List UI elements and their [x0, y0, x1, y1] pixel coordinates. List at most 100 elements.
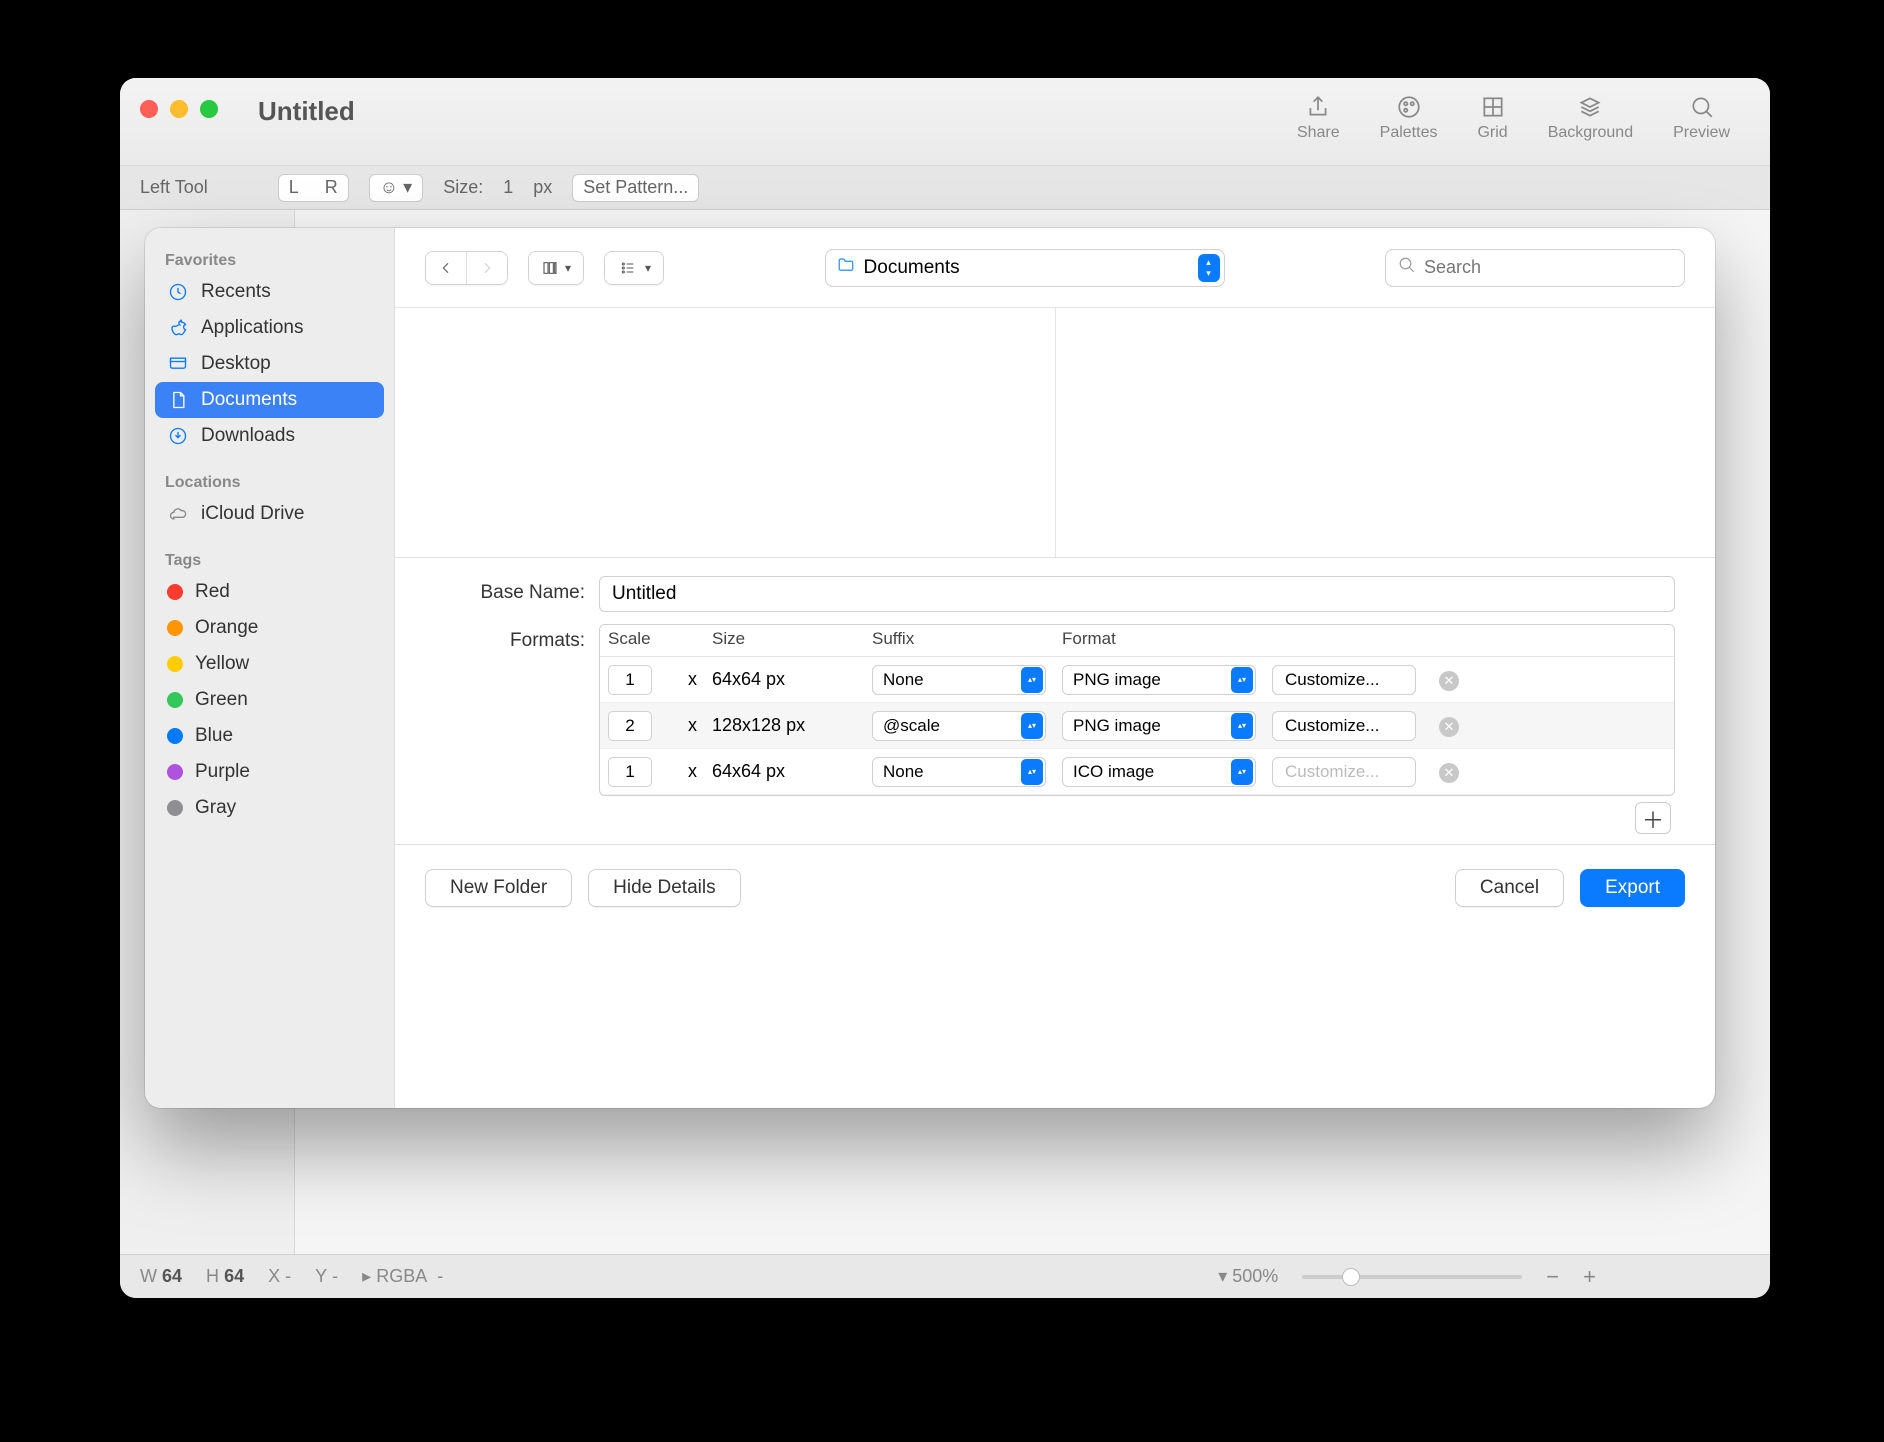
stepper-icon: ▴▾	[1231, 667, 1253, 693]
view-mode-menu[interactable]: ▾	[528, 251, 584, 285]
tag-dot-icon	[167, 800, 183, 816]
stepper-icon: ▴▾	[1231, 713, 1253, 739]
browser-toolbar: ▾ ▾ Documents ▴▾	[395, 228, 1715, 308]
tag-dot-icon	[167, 584, 183, 600]
tag-purple[interactable]: Purple	[155, 754, 384, 790]
sidebar-item-label: Recents	[201, 281, 271, 303]
browser-column-1[interactable]	[395, 308, 1056, 557]
sidebar-item-icloud-drive[interactable]: iCloud Drive	[155, 496, 384, 532]
stepper-icon: ▴▾	[1198, 254, 1220, 282]
formats-table: Scale Size Suffix Format x64x64 pxNone▴▾…	[599, 624, 1675, 796]
scale-input[interactable]	[608, 665, 652, 695]
add-format-button[interactable]: ＋	[1635, 802, 1671, 834]
format-popup[interactable]: PNG image▴▾	[1062, 711, 1256, 741]
app-icon	[167, 318, 189, 338]
download-icon	[167, 426, 189, 446]
cloud-icon	[167, 504, 189, 524]
tag-red[interactable]: Red	[155, 574, 384, 610]
format-row: x64x64 px None▴▾ ICO image▴▾ Customize... ✕	[600, 749, 1674, 795]
stepper-icon: ▴▾	[1021, 759, 1043, 785]
tag-dot-icon	[167, 620, 183, 636]
location-popup[interactable]: Documents ▴▾	[825, 249, 1225, 287]
save-sheet: Favorites Recents Applications Desktop Docu…	[145, 228, 1715, 1108]
size-value: 64x64 px	[704, 665, 864, 694]
browser-column-2[interactable]	[1056, 308, 1716, 557]
search-icon	[1398, 256, 1416, 279]
tag-orange[interactable]: Orange	[155, 610, 384, 646]
suffix-popup[interactable]: None▴▾	[872, 665, 1046, 695]
suffix-popup[interactable]: None▴▾	[872, 757, 1046, 787]
sidebar-item-applications[interactable]: Applications	[155, 310, 384, 346]
doc-icon	[167, 390, 189, 410]
sidebar-item-documents[interactable]: Documents	[155, 382, 384, 418]
stepper-icon: ▴▾	[1231, 759, 1253, 785]
sheet-footer: New Folder Hide Details Cancel Export	[395, 844, 1715, 930]
tag-label: Gray	[195, 797, 236, 819]
sidebar-item-downloads[interactable]: Downloads	[155, 418, 384, 454]
tag-blue[interactable]: Blue	[155, 718, 384, 754]
export-form: Base Name: Formats: Scale Size Suff	[395, 558, 1715, 844]
back-button[interactable]	[426, 252, 466, 284]
clock-icon	[167, 282, 189, 302]
desktop-icon	[167, 354, 189, 374]
sidebar-item-desktop[interactable]: Desktop	[155, 346, 384, 382]
suffix-popup[interactable]: @scale▴▾	[872, 711, 1046, 741]
tag-label: Red	[195, 581, 230, 603]
remove-row-button[interactable]: ✕	[1439, 763, 1459, 783]
stepper-icon: ▴▾	[1021, 713, 1043, 739]
nav-back-forward	[425, 251, 508, 285]
sidebar-head-locations: Locations	[155, 466, 384, 496]
x-separator: x	[680, 757, 704, 786]
hide-details-button[interactable]: Hide Details	[588, 869, 740, 907]
sidebar-item-label: Desktop	[201, 353, 271, 375]
remove-row-button[interactable]: ✕	[1439, 671, 1459, 691]
x-separator: x	[680, 711, 704, 740]
base-name-input[interactable]	[599, 576, 1675, 612]
tag-green[interactable]: Green	[155, 682, 384, 718]
tag-label: Yellow	[195, 653, 249, 675]
location-label: Documents	[864, 257, 960, 279]
folder-icon	[836, 256, 856, 279]
cancel-button[interactable]: Cancel	[1455, 869, 1564, 907]
search-field[interactable]	[1385, 249, 1685, 287]
tag-label: Blue	[195, 725, 233, 747]
sidebar-item-label: Applications	[201, 317, 303, 339]
size-value: 64x64 px	[704, 757, 864, 786]
sidebar-item-label: Downloads	[201, 425, 295, 447]
format-popup[interactable]: PNG image▴▾	[1062, 665, 1256, 695]
sheet-sidebar: Favorites Recents Applications Desktop Docu…	[145, 228, 395, 1108]
format-row: x128x128 px @scale▴▾ PNG image▴▾ Customize.…	[600, 703, 1674, 749]
format-row: x64x64 px None▴▾ PNG image▴▾ Customize... ✕	[600, 657, 1674, 703]
sidebar-item-label: iCloud Drive	[201, 503, 304, 525]
remove-row-button[interactable]: ✕	[1439, 717, 1459, 737]
size-value: 128x128 px	[704, 711, 864, 740]
tag-label: Orange	[195, 617, 258, 639]
format-popup[interactable]: ICO image▴▾	[1062, 757, 1256, 787]
tag-gray[interactable]: Gray	[155, 790, 384, 826]
sidebar-head-favorites: Favorites	[155, 244, 384, 274]
tag-dot-icon	[167, 692, 183, 708]
stepper-icon: ▴▾	[1021, 667, 1043, 693]
sidebar-item-recents[interactable]: Recents	[155, 274, 384, 310]
new-folder-button[interactable]: New Folder	[425, 869, 572, 907]
scale-input[interactable]	[608, 757, 652, 787]
tag-dot-icon	[167, 728, 183, 744]
tag-dot-icon	[167, 656, 183, 672]
export-button[interactable]: Export	[1580, 869, 1685, 907]
tag-yellow[interactable]: Yellow	[155, 646, 384, 682]
group-by-menu[interactable]: ▾	[604, 251, 664, 285]
tag-dot-icon	[167, 764, 183, 780]
tag-label: Green	[195, 689, 248, 711]
sidebar-item-label: Documents	[201, 389, 297, 411]
tag-label: Purple	[195, 761, 250, 783]
formats-label: Formats:	[435, 624, 585, 652]
forward-button[interactable]	[466, 252, 507, 284]
customize-button[interactable]: Customize...	[1272, 665, 1416, 695]
customize-button: Customize...	[1272, 757, 1416, 787]
customize-button[interactable]: Customize...	[1272, 711, 1416, 741]
browser-columns	[395, 308, 1715, 558]
scale-input[interactable]	[608, 711, 652, 741]
sidebar-head-tags: Tags	[155, 544, 384, 574]
x-separator: x	[680, 665, 704, 694]
search-input[interactable]	[1424, 257, 1672, 278]
